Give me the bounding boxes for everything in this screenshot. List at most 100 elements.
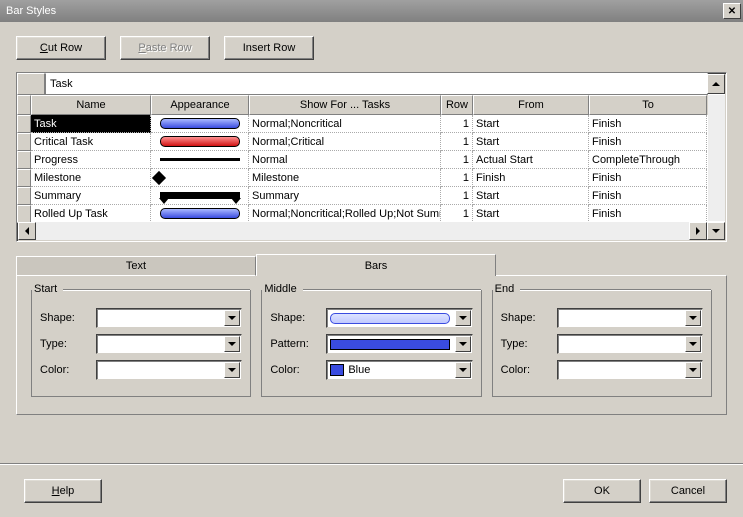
cell-name[interactable]: Critical Task: [31, 133, 151, 151]
cell-show[interactable]: Normal;Noncritical: [249, 115, 441, 133]
scroll-up-button[interactable]: [707, 74, 725, 94]
close-button[interactable]: ✕: [723, 3, 741, 19]
cell-appearance[interactable]: [151, 151, 249, 169]
table-row[interactable]: Rolled Up Task Normal;Noncritical;Rolled …: [17, 205, 708, 223]
tab-text[interactable]: Text: [16, 256, 256, 276]
ok-button[interactable]: OK: [563, 479, 641, 503]
start-type-combo[interactable]: [96, 334, 242, 354]
tab-strip: Text Bars: [16, 254, 727, 276]
cell-to[interactable]: Finish: [589, 115, 707, 133]
cell-row[interactable]: 1: [441, 169, 473, 187]
dropdown-arrow[interactable]: [455, 336, 471, 352]
col-header-to[interactable]: To: [589, 95, 707, 115]
row-header[interactable]: [17, 115, 31, 133]
dropdown-arrow[interactable]: [224, 336, 240, 352]
col-header-from[interactable]: From: [473, 95, 589, 115]
chevron-down-icon: [459, 368, 467, 372]
cell-from[interactable]: Start: [473, 205, 589, 223]
middle-pattern-combo[interactable]: [326, 334, 472, 354]
chevron-down-icon: [689, 368, 697, 372]
insert-row-button[interactable]: Insert Row: [224, 36, 314, 60]
dropdown-arrow[interactable]: [224, 362, 240, 378]
start-shape-combo[interactable]: [96, 308, 242, 328]
cell-from[interactable]: Start: [473, 115, 589, 133]
help-button[interactable]: Help: [24, 479, 102, 503]
table-row[interactable]: Critical Task Normal;Critical1StartFinish: [17, 133, 708, 151]
cell-row[interactable]: 1: [441, 115, 473, 133]
cell-editor[interactable]: Task: [45, 73, 708, 95]
dropdown-arrow[interactable]: [224, 310, 240, 326]
dropdown-arrow[interactable]: [455, 362, 471, 378]
end-type-combo[interactable]: [557, 334, 703, 354]
scroll-left-button[interactable]: [18, 222, 36, 240]
cell-name[interactable]: Task: [31, 115, 151, 133]
cell-to[interactable]: Finish: [589, 187, 707, 205]
scroll-track[interactable]: [36, 222, 689, 240]
cell-appearance[interactable]: [151, 133, 249, 151]
summary-bar-icon: [160, 192, 240, 199]
end-color-combo[interactable]: [557, 360, 703, 380]
cell-to[interactable]: Finish: [589, 133, 707, 151]
col-header-appearance[interactable]: Appearance: [151, 95, 249, 115]
col-header-show[interactable]: Show For ... Tasks: [249, 95, 441, 115]
cell-name[interactable]: Milestone: [31, 169, 151, 187]
cell-show[interactable]: Summary: [249, 187, 441, 205]
cell-show[interactable]: Milestone: [249, 169, 441, 187]
end-shape-combo[interactable]: [557, 308, 703, 328]
chevron-down-icon: [712, 229, 720, 233]
end-color-label: Color:: [501, 364, 551, 376]
cell-show[interactable]: Normal: [249, 151, 441, 169]
start-color-combo[interactable]: [96, 360, 242, 380]
cell-row[interactable]: 1: [441, 205, 473, 223]
cell-appearance[interactable]: [151, 187, 249, 205]
tab-bars[interactable]: Bars: [256, 254, 496, 276]
chevron-down-icon: [228, 342, 236, 346]
cell-name[interactable]: Rolled Up Task: [31, 205, 151, 223]
cell-name[interactable]: Progress: [31, 151, 151, 169]
dropdown-arrow[interactable]: [685, 336, 701, 352]
cell-row[interactable]: 1: [441, 133, 473, 151]
middle-shape-combo[interactable]: [326, 308, 472, 328]
cell-appearance[interactable]: [151, 169, 249, 187]
row-header[interactable]: [17, 187, 31, 205]
end-shape-label: Shape:: [501, 312, 551, 324]
cell-show[interactable]: Normal;Critical: [249, 133, 441, 151]
col-header-name[interactable]: Name: [31, 95, 151, 115]
cell-appearance[interactable]: [151, 115, 249, 133]
bar-icon: [160, 208, 240, 219]
chevron-down-icon: [459, 316, 467, 320]
scroll-right-button[interactable]: [689, 222, 707, 240]
cell-from[interactable]: Start: [473, 187, 589, 205]
dropdown-arrow[interactable]: [455, 310, 471, 326]
row-header[interactable]: [17, 133, 31, 151]
paste-row-button: Paste Row: [120, 36, 210, 60]
table-row[interactable]: SummarySummary1StartFinish: [17, 187, 708, 205]
cell-row[interactable]: 1: [441, 151, 473, 169]
horizontal-scrollbar[interactable]: [18, 222, 725, 240]
cell-name[interactable]: Summary: [31, 187, 151, 205]
row-header[interactable]: [17, 205, 31, 223]
cell-appearance[interactable]: [151, 205, 249, 223]
cancel-button[interactable]: Cancel: [649, 479, 727, 503]
cell-from[interactable]: Finish: [473, 169, 589, 187]
vertical-scrollbar[interactable]: [708, 95, 725, 221]
cut-row-button[interactable]: Cut Row: [16, 36, 106, 60]
scroll-down-button[interactable]: [707, 222, 725, 240]
table-row[interactable]: Progress Normal1Actual StartCompleteThrou…: [17, 151, 708, 169]
cell-show[interactable]: Normal;Noncritical;Rolled Up;Not Summary: [249, 205, 441, 223]
col-header-row[interactable]: Row: [441, 95, 473, 115]
dropdown-arrow[interactable]: [685, 310, 701, 326]
row-header[interactable]: [17, 169, 31, 187]
table-row[interactable]: Task Normal;Noncritical1StartFinish: [17, 115, 708, 133]
cell-to[interactable]: Finish: [589, 169, 707, 187]
middle-color-combo[interactable]: Blue: [326, 360, 472, 380]
cell-to[interactable]: CompleteThrough: [589, 151, 707, 169]
cell-from[interactable]: Actual Start: [473, 151, 589, 169]
bar-icon: [160, 118, 240, 129]
dropdown-arrow[interactable]: [685, 362, 701, 378]
table-row[interactable]: MilestoneMilestone1FinishFinish: [17, 169, 708, 187]
row-header[interactable]: [17, 151, 31, 169]
cell-row[interactable]: 1: [441, 187, 473, 205]
cell-to[interactable]: Finish: [589, 205, 707, 223]
cell-from[interactable]: Start: [473, 133, 589, 151]
